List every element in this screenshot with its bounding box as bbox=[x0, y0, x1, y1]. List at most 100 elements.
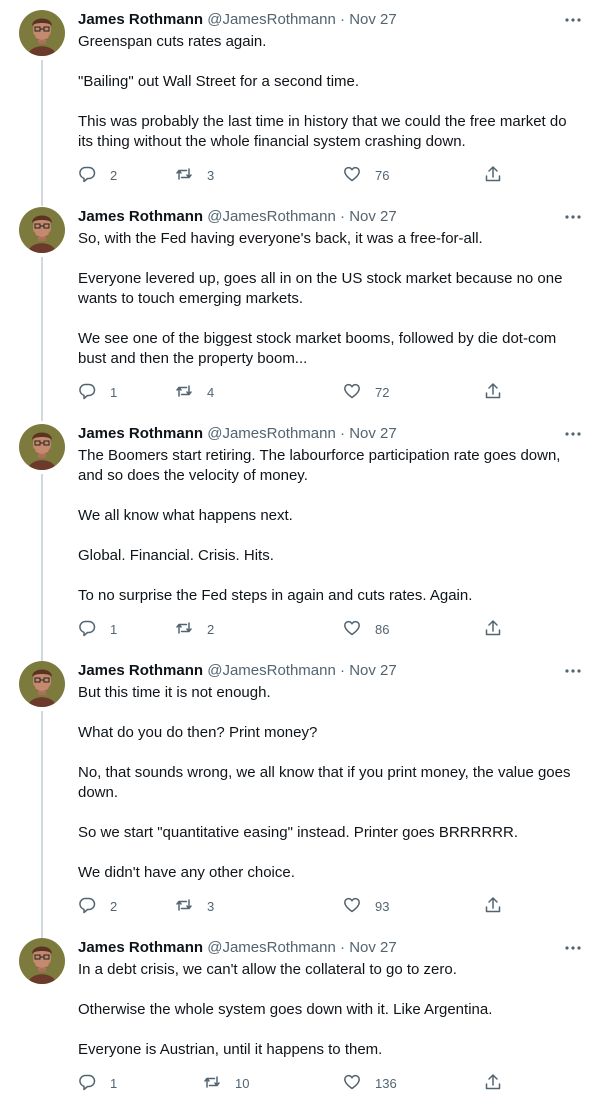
heart-icon bbox=[343, 1073, 361, 1094]
tweet-paragraph: But this time it is not enough. bbox=[78, 684, 271, 701]
tweet-paragraph: So we start "quantitative easing" instea… bbox=[78, 824, 519, 841]
tweet-header: James Rothmann @JamesRothmann · Nov 27 bbox=[78, 207, 561, 227]
tweet-date[interactable]: Nov 27 bbox=[349, 939, 397, 956]
retweet-button[interactable]: 2 bbox=[175, 619, 214, 639]
share-button[interactable] bbox=[484, 382, 502, 402]
tweet-actions: 2 3 76 bbox=[78, 165, 508, 185]
retweet-count: 3 bbox=[207, 167, 215, 183]
more-icon[interactable] bbox=[564, 940, 582, 956]
retweet-icon bbox=[175, 382, 193, 403]
like-button[interactable]: 136 bbox=[343, 1073, 397, 1093]
like-button[interactable]: 76 bbox=[343, 165, 389, 185]
retweet-count: 2 bbox=[207, 621, 215, 637]
like-count: 72 bbox=[375, 384, 390, 400]
share-icon bbox=[484, 896, 502, 917]
tweet-paragraph: What do you do then? Print money? bbox=[78, 724, 318, 741]
reply-count: 2 bbox=[110, 898, 118, 914]
tweet-text: So, with the Fed having everyone's back,… bbox=[78, 229, 581, 369]
retweet-button[interactable]: 10 bbox=[203, 1073, 249, 1093]
tweet-date[interactable]: Nov 27 bbox=[349, 11, 397, 28]
tweet-actions: 1 4 72 bbox=[78, 382, 508, 402]
tweet-header: James Rothmann @JamesRothmann · Nov 27 bbox=[78, 10, 561, 30]
reply-count: 1 bbox=[110, 384, 118, 400]
separator: · bbox=[340, 939, 346, 956]
tweet-paragraph: Greenspan cuts rates again. bbox=[78, 33, 267, 50]
separator: · bbox=[340, 662, 346, 679]
share-icon bbox=[484, 619, 502, 640]
author-handle[interactable]: @JamesRothmann bbox=[207, 662, 336, 679]
tweet-paragraph: Everyone is Austrian, until it happens t… bbox=[78, 1041, 383, 1058]
author-handle[interactable]: @JamesRothmann bbox=[207, 425, 336, 442]
tweet[interactable]: James Rothmann @JamesRothmann · Nov 27 I… bbox=[0, 938, 601, 1098]
avatar[interactable] bbox=[19, 661, 65, 707]
tweet-thread: James Rothmann @JamesRothmann · Nov 27 G… bbox=[0, 0, 601, 1104]
tweet-date[interactable]: Nov 27 bbox=[349, 662, 397, 679]
retweet-icon bbox=[175, 896, 193, 917]
separator: · bbox=[340, 425, 346, 442]
reply-icon bbox=[78, 619, 96, 640]
tweet-paragraph: This was probably the last time in histo… bbox=[78, 113, 567, 150]
author-name[interactable]: James Rothmann bbox=[78, 425, 203, 442]
reply-icon bbox=[78, 382, 96, 403]
author-handle[interactable]: @JamesRothmann bbox=[207, 11, 336, 28]
tweet-paragraph: No, that sounds wrong, we all know that … bbox=[78, 764, 571, 801]
reply-button[interactable]: 1 bbox=[78, 382, 117, 402]
more-icon[interactable] bbox=[564, 663, 582, 679]
reply-button[interactable]: 2 bbox=[78, 896, 117, 916]
tweet[interactable]: James Rothmann @JamesRothmann · Nov 27 S… bbox=[0, 207, 601, 421]
author-name[interactable]: James Rothmann bbox=[78, 939, 203, 956]
tweet-text: Greenspan cuts rates again. "Bailing" ou… bbox=[78, 32, 581, 152]
like-button[interactable]: 86 bbox=[343, 619, 389, 639]
author-handle[interactable]: @JamesRothmann bbox=[207, 939, 336, 956]
avatar[interactable] bbox=[19, 938, 65, 984]
tweet-date[interactable]: Nov 27 bbox=[349, 208, 397, 225]
tweet-actions: 2 3 93 bbox=[78, 896, 508, 916]
heart-icon bbox=[343, 896, 361, 917]
tweet-paragraph: Everyone levered up, goes all in on the … bbox=[78, 270, 563, 307]
retweet-button[interactable]: 3 bbox=[175, 165, 214, 185]
retweet-button[interactable]: 4 bbox=[175, 382, 214, 402]
tweet-header: James Rothmann @JamesRothmann · Nov 27 bbox=[78, 938, 561, 958]
share-button[interactable] bbox=[484, 619, 502, 639]
reply-count: 1 bbox=[110, 621, 118, 637]
retweet-count: 3 bbox=[207, 898, 215, 914]
thread-connector bbox=[41, 60, 43, 206]
tweet-paragraph: Otherwise the whole system goes down wit… bbox=[78, 1001, 493, 1018]
tweet[interactable]: James Rothmann @JamesRothmann · Nov 27 G… bbox=[0, 10, 601, 206]
retweet-button[interactable]: 3 bbox=[175, 896, 214, 916]
separator: · bbox=[340, 208, 346, 225]
more-icon[interactable] bbox=[564, 426, 582, 442]
author-name[interactable]: James Rothmann bbox=[78, 208, 203, 225]
tweet-text: But this time it is not enough. What do … bbox=[78, 683, 581, 883]
tweet[interactable]: James Rothmann @JamesRothmann · Nov 27 B… bbox=[0, 661, 601, 938]
more-icon[interactable] bbox=[564, 12, 582, 28]
heart-icon bbox=[343, 382, 361, 403]
like-button[interactable]: 93 bbox=[343, 896, 389, 916]
author-handle[interactable]: @JamesRothmann bbox=[207, 208, 336, 225]
reply-icon bbox=[78, 896, 96, 917]
author-name[interactable]: James Rothmann bbox=[78, 11, 203, 28]
tweet-date[interactable]: Nov 27 bbox=[349, 425, 397, 442]
retweet-count: 4 bbox=[207, 384, 215, 400]
like-count: 86 bbox=[375, 621, 390, 637]
reply-button[interactable]: 2 bbox=[78, 165, 117, 185]
avatar[interactable] bbox=[19, 424, 65, 470]
share-button[interactable] bbox=[484, 165, 502, 185]
tweet-paragraph: "Bailing" out Wall Street for a second t… bbox=[78, 73, 360, 90]
author-name[interactable]: James Rothmann bbox=[78, 662, 203, 679]
reply-button[interactable]: 1 bbox=[78, 619, 117, 639]
tweet-header: James Rothmann @JamesRothmann · Nov 27 bbox=[78, 661, 561, 681]
share-button[interactable] bbox=[484, 896, 502, 916]
share-button[interactable] bbox=[484, 1073, 502, 1093]
avatar[interactable] bbox=[19, 10, 65, 56]
avatar[interactable] bbox=[19, 207, 65, 253]
retweet-count: 10 bbox=[235, 1075, 250, 1091]
more-icon[interactable] bbox=[564, 209, 582, 225]
thread-connector bbox=[41, 711, 43, 938]
tweet-paragraph: In a debt crisis, we can't allow the col… bbox=[78, 961, 457, 978]
like-button[interactable]: 72 bbox=[343, 382, 389, 402]
tweet[interactable]: James Rothmann @JamesRothmann · Nov 27 T… bbox=[0, 424, 601, 664]
reply-button[interactable]: 1 bbox=[78, 1073, 117, 1093]
like-count: 136 bbox=[375, 1075, 397, 1091]
tweet-paragraph: We didn't have any other choice. bbox=[78, 864, 295, 881]
